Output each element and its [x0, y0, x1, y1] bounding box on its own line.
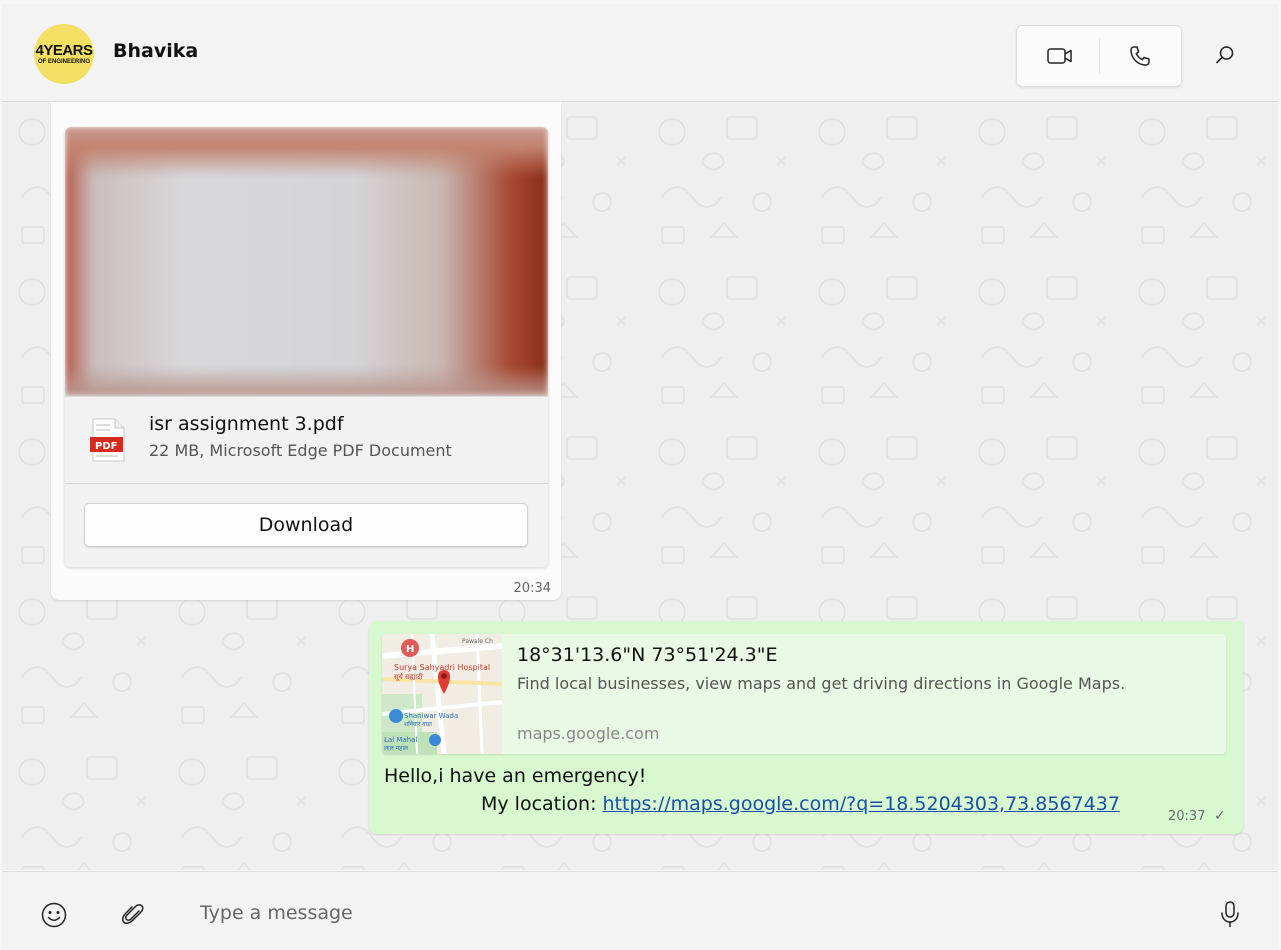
map-label-hospital-local: सूर्य सह्याद्री — [394, 672, 423, 681]
search-button[interactable] — [1208, 38, 1242, 72]
microphone-icon — [1221, 901, 1239, 927]
outgoing-location-message: H Pawale Ch Surya Sahyadri Hospital सूर्… — [369, 621, 1243, 834]
link-preview-title[interactable]: 18°31'13.6"N 73°51'24.3"E — [517, 644, 778, 666]
file-info: PDF isr assignment 3.pdf 22 MB, Microsof… — [65, 396, 548, 484]
avatar-text-top: 4YEARS — [35, 41, 93, 59]
map-thumbnail[interactable]: H Pawale Ch Surya Sahyadri Hospital सूर्… — [382, 634, 502, 754]
paperclip-icon — [122, 904, 144, 924]
map-label-shaniwar-wada: Shaniwar Wada — [404, 712, 458, 720]
file-preview-thumbnail[interactable] — [65, 127, 548, 396]
message-text-line2: My location: https://maps.google.com/?q=… — [481, 793, 1120, 815]
microphone-button[interactable] — [1215, 898, 1245, 932]
sent-check-icon: ✓ — [1214, 808, 1226, 824]
pdf-file-icon: PDF — [90, 418, 125, 462]
message-input[interactable] — [198, 894, 1182, 932]
location-link[interactable]: https://maps.google.com/?q=18.5204303,73… — [603, 793, 1120, 815]
map-label-corner: Pawale Ch — [462, 638, 493, 645]
svg-text:H: H — [406, 644, 414, 655]
emoji-icon — [41, 902, 67, 928]
video-camera-icon — [1047, 48, 1072, 64]
message-time: 20:34 — [513, 581, 551, 596]
map-label-hospital: Surya Sahyadri Hospital — [394, 663, 490, 672]
contact-name[interactable]: Bhavika — [113, 40, 198, 62]
phone-icon — [1130, 46, 1150, 66]
file-name: isr assignment 3.pdf — [149, 413, 344, 435]
map-label-lal-mahal-local: लाल महाल — [384, 745, 409, 752]
avatar[interactable]: 4YEARS OF ENGINEERING — [34, 24, 94, 84]
link-preview-description: Find local businesses, view maps and get… — [517, 674, 1126, 693]
video-call-button[interactable] — [1043, 40, 1077, 72]
message-composer — [2, 871, 1278, 950]
chat-header: 4YEARS OF ENGINEERING Bhavika — [2, 4, 1278, 102]
location-label: My location: — [481, 793, 603, 815]
call-divider — [1099, 38, 1100, 74]
emoji-button[interactable] — [39, 900, 69, 930]
message-text-line1: Hello,i have an emergency! — [384, 765, 647, 787]
chat-area[interactable]: PDF isr assignment 3.pdf 22 MB, Microsof… — [2, 102, 1278, 870]
message-time: 20:37 — [1168, 809, 1206, 824]
link-preview-domain: maps.google.com — [517, 724, 660, 743]
download-button[interactable]: Download — [84, 503, 528, 547]
call-button-group — [1016, 25, 1182, 87]
search-icon — [1216, 46, 1234, 64]
file-attachment-card[interactable]: PDF isr assignment 3.pdf 22 MB, Microsof… — [65, 127, 548, 567]
avatar-text-bottom: OF ENGINEERING — [37, 58, 90, 65]
attach-button[interactable] — [118, 900, 148, 930]
file-meta: 22 MB, Microsoft Edge PDF Document — [149, 441, 452, 460]
voice-call-button[interactable] — [1123, 40, 1157, 72]
incoming-file-message: PDF isr assignment 3.pdf 22 MB, Microsof… — [51, 102, 561, 600]
pdf-icon-label: PDF — [95, 441, 117, 452]
map-label-lal-mahal: Lal Mahal — [384, 736, 417, 744]
link-preview-card[interactable]: H Pawale Ch Surya Sahyadri Hospital सूर्… — [382, 634, 1226, 754]
map-label-shaniwar-wada-local: शनिवार वाडा — [404, 720, 432, 728]
